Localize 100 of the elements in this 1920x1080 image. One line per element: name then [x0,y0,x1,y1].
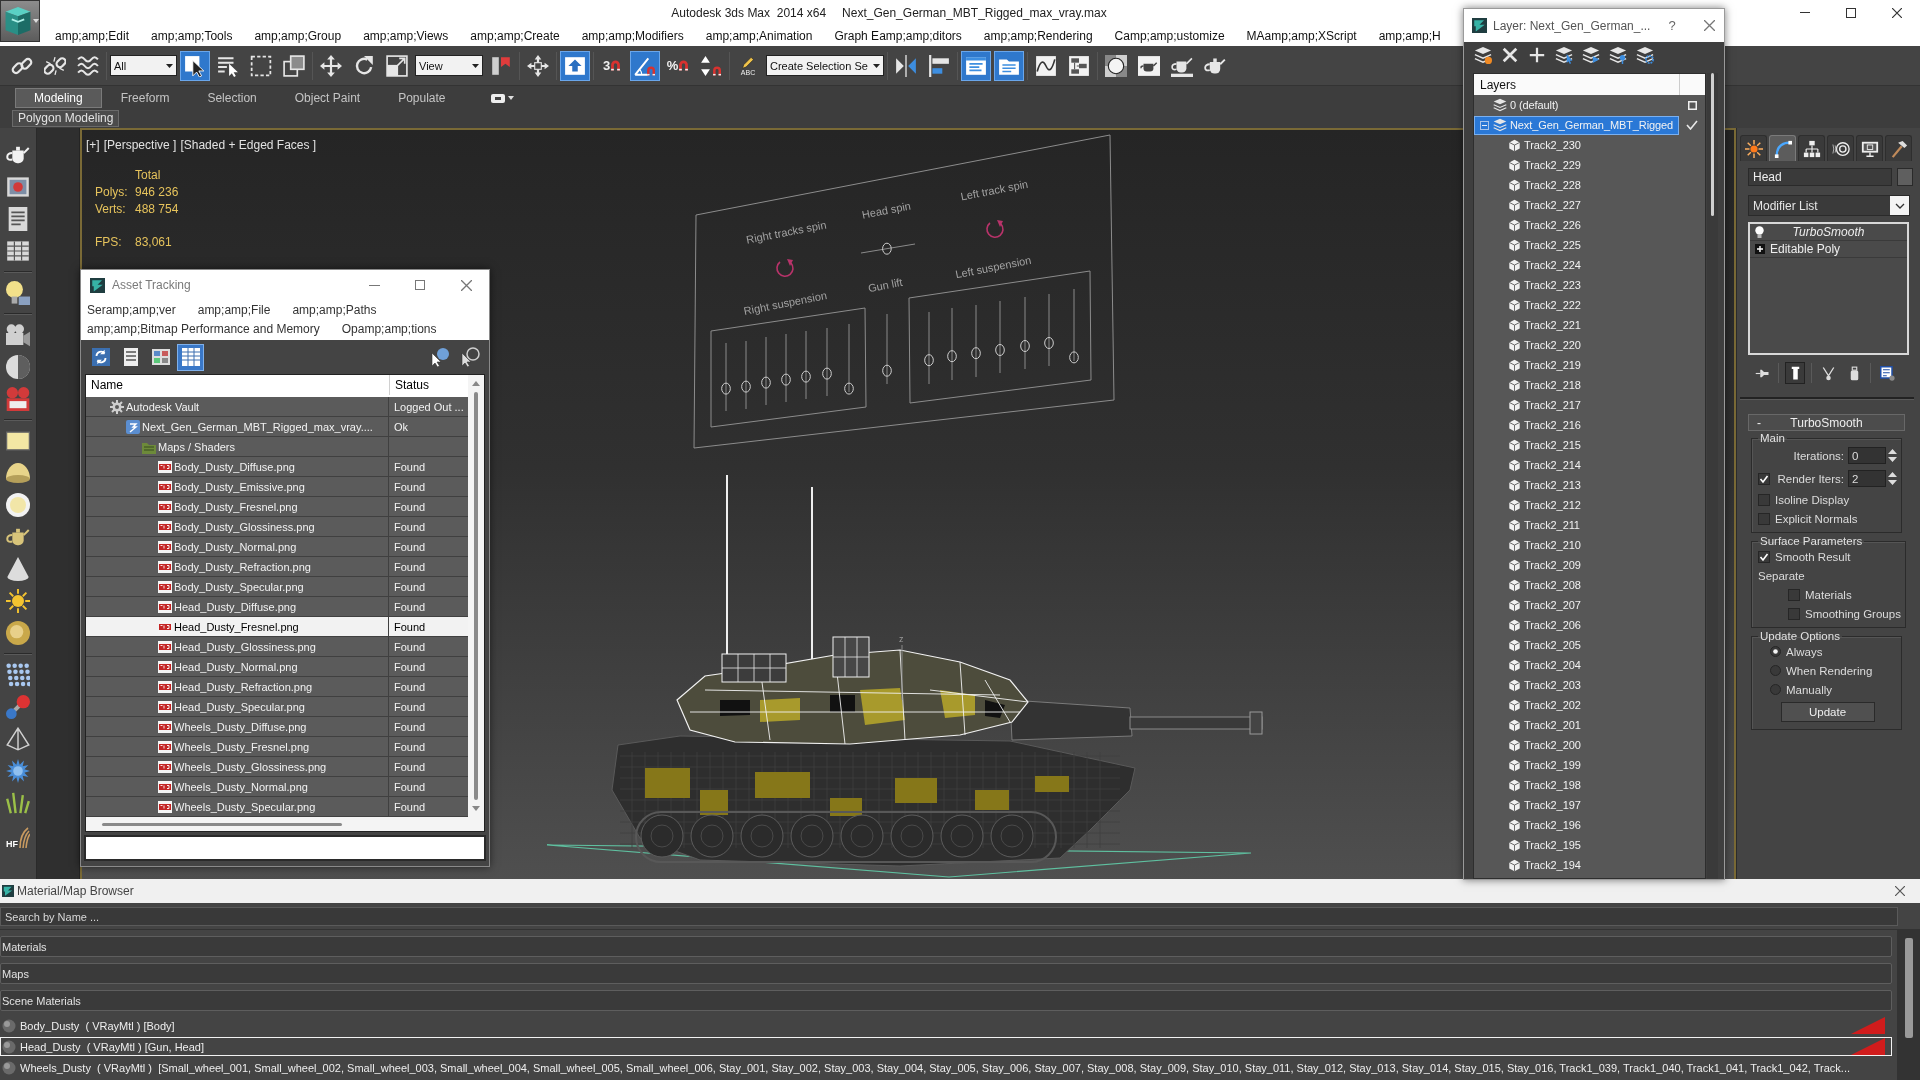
object-row[interactable]: Track2_229 [1474,155,1679,175]
asset-row[interactable]: Wheels_Dusty_Diffuse.png Found [86,717,468,737]
molecule-icon[interactable] [6,695,30,719]
vertical-scrollbar[interactable] [1707,73,1718,879]
checkbox[interactable] [1758,472,1770,485]
update-button[interactable]: Update [1780,702,1875,722]
object-row[interactable]: Track2_222 [1474,295,1679,315]
group-header[interactable]: Maps [0,963,1892,984]
object-row[interactable]: Track2_230 [1474,135,1679,155]
slider-knob[interactable] [882,242,892,255]
horizontal-scrollbar[interactable] [86,817,484,831]
checkbox[interactable] [1788,588,1800,601]
menu-item[interactable]: amp;amp;Animation [705,28,813,43]
asset-row[interactable]: Wheels_Dusty_Specular.png Found [86,797,468,817]
radio-button[interactable] [1770,684,1781,695]
menu-item[interactable]: Seramp;amp;ver [87,302,176,317]
radio-button[interactable] [1770,646,1781,657]
object-row[interactable]: Track2_225 [1474,235,1679,255]
object-name-field[interactable]: Head [1748,168,1892,186]
rig-slider[interactable] [761,336,771,406]
object-row[interactable]: Track2_198 [1474,775,1679,795]
pyramid-icon[interactable] [6,727,30,751]
snap-button[interactable]: 3 [597,50,627,81]
motion-tab[interactable] [1827,135,1854,161]
slider-knob[interactable] [882,364,892,377]
document-icon[interactable] [6,207,30,231]
object-color-swatch[interactable] [1897,168,1913,186]
asset-row[interactable]: Body_Dusty_Normal.png Found [86,537,468,557]
slider-knob[interactable] [801,370,811,383]
utilities-tab[interactable] [1885,135,1912,161]
checkbox[interactable] [1758,512,1770,525]
menu-item[interactable]: amp;amp;Group [254,28,342,43]
rig-slider[interactable] [1020,296,1030,370]
picture-icon[interactable] [6,175,30,199]
menu-item[interactable]: amp;amp;File [197,302,271,317]
asset-row[interactable]: Body_Dusty_Glossiness.png Found [86,517,468,537]
lightbulb-icon[interactable] [6,281,30,305]
asset-row[interactable]: Head_Dusty_Diffuse.png Found [86,597,468,617]
check-mark-icon[interactable] [1686,120,1698,130]
asset-row[interactable]: Head_Dusty_Specular.png Found [86,697,468,717]
object-row[interactable]: Track2_205 [1474,635,1679,655]
object-row[interactable]: Track2_220 [1474,335,1679,355]
application-menu-button[interactable] [0,0,40,42]
slider-knob[interactable] [1020,340,1030,352]
object-row[interactable]: Track2_207 [1474,595,1679,615]
lightbulb-icon[interactable] [1754,226,1764,238]
viewport-menu[interactable]: [Perspective ] [103,138,177,152]
rectangle-icon[interactable] [6,429,30,453]
slider-knob[interactable] [761,376,771,389]
show-end-result-button[interactable] [1785,362,1805,384]
grass-icon[interactable] [6,791,30,815]
cross-icon[interactable] [1501,45,1519,64]
modify-tab[interactable] [1769,135,1796,161]
object-row[interactable]: Track2_211 [1474,515,1679,535]
viewport-menu[interactable]: [Shaded + Edged Faces ] [180,138,317,152]
object-row[interactable]: Track2_201 [1474,715,1679,735]
asset-row[interactable]: Wheels_Dusty_Fresnel.png Found [86,737,468,757]
help-button[interactable]: ? [1656,9,1688,42]
material-row[interactable]: Body_Dusty ( VRayMtl ) [Body] [0,1016,1892,1035]
table-icon[interactable] [6,239,30,263]
rollout-header[interactable]: - TurboSmooth [1748,414,1905,431]
object-row[interactable]: Track2_212 [1474,495,1679,515]
object-row[interactable]: Track2_197 [1474,795,1679,815]
asset-row[interactable]: Maps / Shaders [86,437,468,457]
modifier-stack-item[interactable]: TurboSmooth [1750,224,1907,241]
cursor-disc-icon[interactable] [429,347,450,367]
asset-row[interactable]: Next_Gen_German_MBT_Rigged_max_vray.... Ok [86,417,468,437]
layers-ring-icon[interactable] [1636,45,1654,64]
rig-slider[interactable] [741,340,751,410]
column-header[interactable]: Name [86,375,389,395]
modifier-stack-item[interactable]: Editable Poly [1750,241,1907,258]
slider-knob[interactable] [924,354,934,367]
slider-knob[interactable] [971,347,981,360]
layer-row[interactable]: Next_Gen_German_MBT_Rigged [1474,115,1679,135]
menu-item[interactable]: amp;amp;Rendering [983,28,1093,43]
coordinate-dropdown[interactable]: View [415,55,483,76]
plus-icon[interactable] [1528,45,1546,64]
object-row[interactable]: Track2_206 [1474,615,1679,635]
object-row[interactable]: Track2_215 [1474,435,1679,455]
object-row[interactable]: Track2_200 [1474,735,1679,755]
menu-item[interactable]: Opamp;amp;tions [341,321,437,336]
object-row[interactable]: Track2_218 [1474,375,1679,395]
rig-slider[interactable] [1044,293,1054,367]
slider-knob[interactable] [844,382,854,395]
half-moon-icon[interactable] [6,355,30,379]
object-row[interactable]: Track2_219 [1474,355,1679,375]
rig-slider[interactable] [971,304,981,378]
object-row[interactable]: Track2_194 [1474,855,1679,875]
ribbon-options-button[interactable] [488,91,516,105]
cursor-ring-icon[interactable] [459,347,480,367]
object-row[interactable]: Track2_213 [1474,475,1679,495]
asset-row[interactable]: Wheels_Dusty_Glossiness.png Found [86,757,468,777]
rig-slider[interactable] [801,330,811,400]
object-row[interactable]: Track2_196 [1474,815,1679,835]
dome-icon[interactable] [6,461,30,485]
menu-item[interactable]: Graph Eamp;amp;ditors [834,28,962,43]
layers-arrow-icon[interactable] [1582,45,1600,64]
display-tab[interactable] [1856,135,1883,161]
object-row[interactable]: Track2_214 [1474,455,1679,475]
rig-slider[interactable] [721,342,731,412]
